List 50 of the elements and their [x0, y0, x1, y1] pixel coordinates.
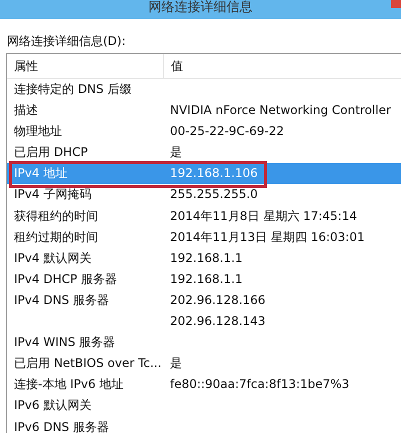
value-text: 2014年11月13日 星期四 16:03:01 — [170, 230, 365, 244]
value-text: 192.168.1.106 — [170, 166, 258, 180]
list-row[interactable]: IPv4 DNS 服务器 202.96.128.166 — [7, 290, 401, 312]
value-text: fe80::90aa:7fca:8f13:1be7%3 — [170, 377, 350, 392]
value-text: 255.255.255.0 — [170, 187, 258, 202]
value-text: 202.96.128.166 — [170, 292, 266, 307]
property-text: IPv6 默认网关 — [14, 398, 92, 412]
property-text: 连接特定的 DNS 后缀 — [14, 82, 132, 96]
value-text: 202.96.128.143 — [170, 314, 266, 328]
column-header[interactable]: 值 — [164, 54, 183, 78]
property-text: IPv4 WINS 服务器 — [14, 335, 116, 350]
property-text: 已启用 DHCP — [14, 145, 88, 160]
property-text: 连接-本地 IPv6 地址 — [14, 377, 124, 392]
value-text: NVIDIA nForce Networking Controller — [170, 103, 391, 118]
list-row[interactable]: IPv4 默认网关 192.168.1.1 — [7, 248, 401, 269]
list-row[interactable]: 租约过期的时间 2014年11月13日 星期四 16:03:01 — [7, 226, 401, 248]
list-row[interactable]: 描述 NVIDIA nForce Networking Controller — [7, 100, 401, 122]
list-label: 网络连接详细信息(D): — [7, 33, 127, 50]
list-row[interactable]: IPv6 DNS 服务器 — [7, 416, 401, 433]
property-text: 获得租约的时间 — [14, 208, 98, 223]
value-text: 是 — [170, 356, 182, 370]
list-row[interactable]: IPv4 DHCP 服务器 192.168.1.1 — [7, 268, 401, 290]
property-text: IPv4 DHCP 服务器 — [14, 272, 118, 286]
window-title: 网络连接详细信息 — [148, 1, 252, 17]
list-row[interactable]: 获得租约的时间 2014年11月8日 星期六 17:45:14 — [7, 206, 401, 227]
value-text: 192.168.1.1 — [170, 250, 243, 265]
property-text: 租约过期的时间 — [14, 230, 98, 244]
property-text: 物理地址 — [14, 124, 62, 138]
list-row[interactable]: 202.96.128.143 — [7, 311, 401, 332]
column-header[interactable]: 属性 — [7, 54, 164, 78]
property-text: IPv4 默认网关 — [14, 250, 92, 265]
value-text: 2014年11月8日 星期六 17:45:14 — [170, 208, 357, 223]
property-text: 已启用 NetBIOS over Tc... — [14, 356, 162, 370]
list-row[interactable]: 物理地址 00-25-22-9C-69-22 — [7, 121, 401, 142]
list-row[interactable]: 连接特定的 DNS 后缀 — [7, 79, 401, 100]
list-row[interactable]: IPv4 WINS 服务器 — [7, 332, 401, 354]
close-button[interactable] — [391, 0, 401, 8]
property-text: IPv4 子网掩码 — [14, 187, 92, 202]
list-row[interactable]: 已启用 NetBIOS over Tc... 是 — [7, 353, 401, 374]
value-text: 192.168.1.1 — [170, 272, 243, 286]
value-text: 00-25-22-9C-69-22 — [170, 124, 284, 138]
list-row[interactable]: IPv6 默认网关 — [7, 395, 401, 416]
value-text: 是 — [170, 145, 182, 160]
property-text: IPv4 DNS 服务器 — [14, 292, 109, 307]
property-text: IPv6 DNS 服务器 — [14, 420, 109, 433]
list-row[interactable]: IPv4 子网掩码 255.255.255.0 — [7, 184, 401, 206]
property-text: 描述 — [14, 103, 38, 118]
list-row[interactable]: 连接-本地 IPv6 地址 fe80::90aa:7fca:8f13:1be7%3 — [7, 374, 401, 396]
property-text: IPv4 地址 — [14, 166, 68, 180]
list-row[interactable]: 已启用 DHCP 是 — [7, 142, 401, 164]
